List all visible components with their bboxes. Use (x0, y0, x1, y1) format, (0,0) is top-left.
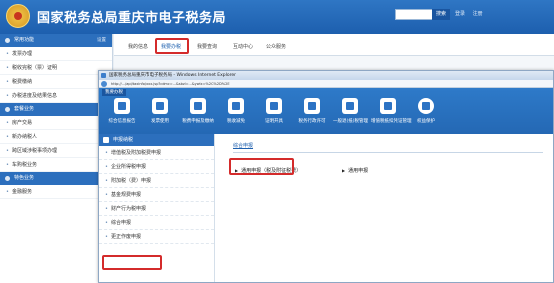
tool-certificate[interactable]: 证明开具 (257, 98, 291, 124)
ie-title-bar: 国家税务总局重庆市电子税务局 - Windows Internet Explor… (99, 71, 553, 80)
declare-icon (190, 98, 206, 114)
tool-label: 一般退(抵)税管理 (333, 119, 369, 124)
sidebar-item[interactable]: 税费缴纳 (0, 75, 112, 89)
sidebar-item[interactable]: 跨区域涉税事项办理 (0, 144, 112, 158)
tool-label: 税收减免 (227, 119, 245, 124)
tool-admin-license[interactable]: 税务行政许可 (295, 98, 329, 124)
inner-nav-item[interactable]: 财产行为税申报 (99, 202, 214, 216)
declare-nav-icon (103, 137, 109, 143)
refund-icon (342, 98, 358, 114)
sidebar-item[interactable]: 车购税业务 (0, 158, 112, 172)
ie-address-url[interactable]: http://.../api/taxinfo/xxx.jsp?cdmc=...&… (111, 82, 230, 86)
ie-address-bar[interactable]: http://.../api/taxinfo/xxx.jsp?cdmc=...&… (99, 80, 553, 88)
ie-window-title: 国家税务总局重庆市电子税务局 - Windows Internet Explor… (109, 73, 237, 78)
site-title: 国家税务总局重庆市电子税务局 (37, 11, 227, 26)
tool-invoice[interactable]: 发票使用 (143, 98, 177, 124)
sidebar-section-title: 特色业务 (14, 175, 35, 181)
sidebar-item[interactable]: 办税进度及结果信息 (0, 89, 112, 103)
tax-emblem-logo (6, 4, 30, 28)
back-arrow-icon[interactable] (101, 81, 107, 87)
divider (233, 152, 543, 153)
main-tabs: 我的信息 我要办税 我要查询 互动中心 公众服务 (114, 34, 554, 56)
ie-icon (101, 73, 106, 78)
tab-highlight-box (155, 38, 189, 54)
top-links: 登录 注册 (455, 10, 489, 17)
tool-label: 增值税抵扣凭证管理 (371, 119, 412, 124)
sidebar-section-title: 套餐业务 (14, 106, 35, 112)
tab-public-service[interactable]: 公众服务 (266, 43, 286, 50)
tool-refund[interactable]: 一般退(抵)税管理 (333, 98, 369, 124)
search-button[interactable]: 搜索 (432, 9, 450, 20)
tool-label: 证明开具 (265, 119, 283, 124)
sidebar-item[interactable]: 金融服务 (0, 185, 112, 199)
tool-label: 税费申报及缴纳 (182, 119, 214, 124)
inner-nav-title: 申报纳税 (113, 137, 134, 143)
star-icon (5, 38, 10, 43)
content-panel: 综合申报 ▶ 通用申报（税及附征税费） ▶ 通用申报 (217, 134, 553, 282)
inner-nav-item[interactable]: 附加税（费）申报 (99, 174, 214, 188)
inner-nav-item[interactable]: 企业所得税申报 (99, 160, 214, 174)
inner-nav-item[interactable]: 更正作废申报 (99, 230, 214, 244)
tool-vat-deduction[interactable]: 增值税抵扣凭证管理 (371, 98, 412, 124)
tool-info-report[interactable]: 综合信息报告 (105, 98, 139, 124)
shield-icon (418, 98, 434, 114)
site-header: 国家税务总局重庆市电子税务局 搜索 登录 注册 (0, 0, 554, 34)
inner-nav-item-comprehensive[interactable]: 综合申报 (99, 216, 214, 230)
app-toolbar: 我要办税 综合信息报告 发票使用 税费申报及缴纳 税收减免 证明开具 税务行政许… (99, 88, 553, 134)
relief-icon (228, 98, 244, 114)
option-general-declare[interactable]: ▶ 通用申报 (342, 167, 368, 174)
special-icon (5, 176, 10, 181)
sidebar-section-special[interactable]: 特色业务 (0, 172, 112, 185)
inner-nav-item[interactable]: 增值税及附加税费申报 (99, 146, 214, 160)
license-icon (304, 98, 320, 114)
tool-label: 发票使用 (151, 119, 169, 124)
package-icon (5, 107, 10, 112)
invoice-icon (152, 98, 168, 114)
content-title[interactable]: 综合申报 (233, 142, 253, 149)
option-label: 通用申报 (348, 168, 369, 174)
tab-query[interactable]: 我要查询 (197, 43, 217, 50)
tool-rights-protection[interactable]: 权益保护 (409, 98, 443, 124)
deduction-icon (380, 98, 396, 114)
login-link[interactable]: 登录 (455, 11, 465, 17)
inner-nav-header[interactable]: 申报纳税 (99, 134, 214, 146)
nav-highlight-box (102, 255, 162, 270)
triangle-right-icon: ▶ (342, 168, 346, 173)
certificate-icon (266, 98, 282, 114)
inner-nav-item[interactable]: 基金规费申报 (99, 188, 214, 202)
document-icon (114, 98, 130, 114)
option-highlight-box (229, 158, 294, 175)
tab-my-info[interactable]: 我的信息 (128, 43, 148, 50)
tool-label: 税务行政许可 (298, 119, 326, 124)
tool-declare-pay[interactable]: 税费申报及缴纳 (181, 98, 215, 124)
sidebar-section-title: 常用功能 (14, 37, 35, 43)
sidebar-section-common[interactable]: 常用功能 设置 (0, 34, 112, 47)
sidebar-item[interactable]: 新办纳税人 (0, 130, 112, 144)
sidebar-settings-link[interactable]: 设置 (97, 34, 106, 47)
register-link[interactable]: 注册 (473, 11, 483, 17)
sidebar-section-package[interactable]: 套餐业务 (0, 103, 112, 116)
tab-interaction[interactable]: 互动中心 (233, 43, 253, 50)
sidebar-item[interactable]: 发票办理 (0, 47, 112, 61)
sidebar-item[interactable]: 税收完税（票）证明 (0, 61, 112, 75)
app-section-label: 我要办税 (102, 89, 126, 96)
tool-label: 权益保护 (417, 119, 435, 124)
sidebar-item[interactable]: 房产交易 (0, 116, 112, 130)
tool-tax-relief[interactable]: 税收减免 (219, 98, 253, 124)
tool-label: 综合信息报告 (108, 119, 136, 124)
ie-popup-window: 国家税务总局重庆市电子税务局 - Windows Internet Explor… (98, 70, 554, 283)
sidebar: 常用功能 设置 发票办理 税收完税（票）证明 税费缴纳 办税进度及结果信息 套餐… (0, 34, 113, 283)
